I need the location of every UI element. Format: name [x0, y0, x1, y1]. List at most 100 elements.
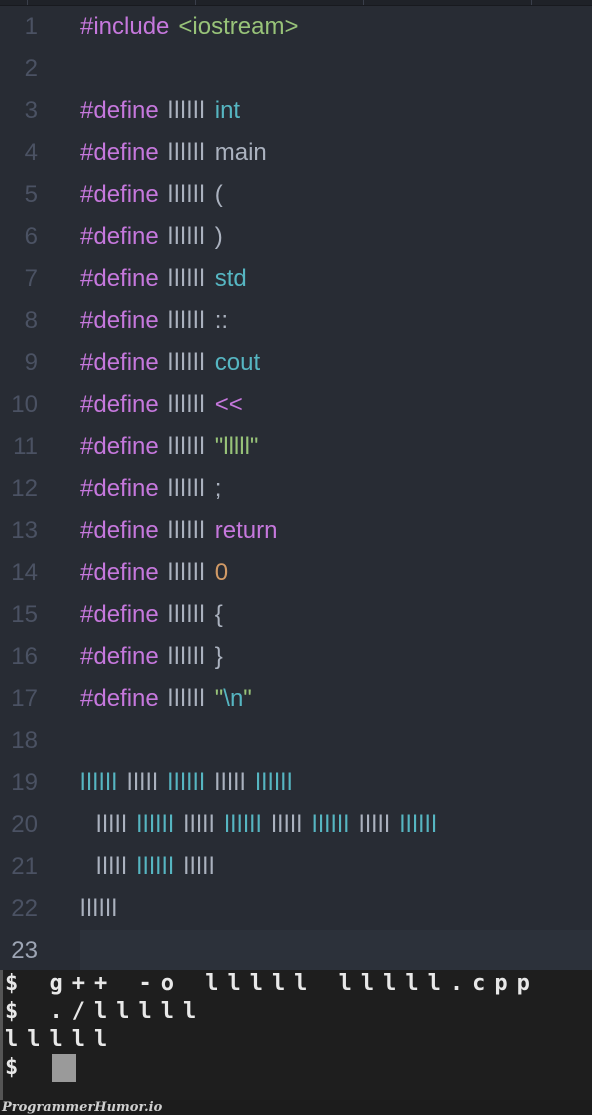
- line-number: 23: [11, 937, 38, 964]
- line-number: 5: [24, 181, 38, 208]
- line-number: 8: [24, 307, 38, 334]
- code-token: llllll: [167, 349, 206, 376]
- code-token: #define: [80, 391, 159, 418]
- code-text: lllll llllll lllll: [96, 846, 592, 888]
- code-token: #define: [80, 181, 159, 208]
- code-token: ::: [214, 307, 229, 334]
- code-token: #define: [80, 97, 159, 124]
- code-token: lllll: [127, 769, 159, 796]
- code-token: llllll: [136, 853, 175, 880]
- code-line[interactable]: 20 lllll llllll lllll llllll lllll llllll lllll…: [0, 804, 592, 846]
- code-line[interactable]: 4 #define llllll main: [0, 132, 592, 174]
- code-line[interactable]: 2: [0, 48, 592, 90]
- code-token: lllll: [359, 811, 391, 838]
- code-token: #define: [80, 685, 159, 712]
- code-token-part: ": [214, 685, 224, 712]
- code-token: lllll: [183, 853, 216, 880]
- terminal-text: $ ./lllll: [5, 999, 206, 1024]
- code-line[interactable]: 19 llllll lllll llllll lllll llllll: [0, 762, 592, 804]
- code-line[interactable]: 6 #define llllll): [0, 216, 592, 258]
- code-text: #define llllll cout: [80, 342, 592, 384]
- code-line[interactable]: 8 #define llllll::: [0, 300, 592, 342]
- line-number: 19: [11, 769, 38, 796]
- terminal-text: $: [5, 1055, 50, 1080]
- code-token: lllll: [96, 853, 128, 880]
- code-token: #define: [80, 307, 159, 334]
- tab[interactable]: [28, 0, 196, 5]
- code-line[interactable]: 13 #define llllll return: [0, 510, 592, 552]
- code-token: llllll: [167, 97, 206, 124]
- code-text: #define llllll 0: [80, 552, 592, 594]
- code-line[interactable]: 1 #include <iostream>: [0, 6, 592, 48]
- code-token: llllll: [167, 391, 206, 418]
- code-text: #define llllll main: [80, 132, 592, 174]
- code-line[interactable]: 17 #define llllll "\n": [0, 678, 592, 720]
- code-text: #define llllll): [80, 216, 592, 258]
- line-number: 6: [24, 223, 38, 250]
- code-text: #define llllll {: [80, 594, 592, 636]
- code-token: llllll: [80, 769, 118, 796]
- code-line[interactable]: 16 #define llllll}: [0, 636, 592, 678]
- code-line[interactable]: 5 #define llllll (: [0, 174, 592, 216]
- line-number: 16: [11, 643, 38, 670]
- code-token: {: [214, 601, 223, 628]
- code-line[interactable]: 15 #define llllll {: [0, 594, 592, 636]
- terminal-cursor: [51, 1054, 76, 1082]
- code-token: llllll: [224, 811, 263, 838]
- code-token: "\n": [215, 685, 252, 713]
- code-line[interactable]: 23: [0, 930, 592, 972]
- line-number: 14: [11, 559, 38, 586]
- terminal-line: $ g++ -o lllll lllll.cpp: [3, 970, 592, 998]
- code-line[interactable]: 12 #define llllll;: [0, 468, 592, 510]
- code-text: llllll lllll llllll lllll llllll: [80, 762, 592, 804]
- terminal[interactable]: $ g++ -o lllll lllll.cpp $ ./lllll lllll $: [0, 970, 592, 1100]
- code-token: #define: [80, 433, 159, 460]
- code-line[interactable]: 14 #define llllll 0: [0, 552, 592, 594]
- code-token: }: [214, 643, 223, 670]
- line-number: 13: [11, 517, 38, 544]
- line-number: 7: [24, 265, 38, 292]
- code-token-part: \n: [223, 685, 244, 712]
- line-number: 21: [11, 853, 38, 880]
- code-text: [80, 930, 592, 972]
- code-line[interactable]: 10 #define llllll <<: [0, 384, 592, 426]
- line-number: 20: [11, 811, 38, 838]
- code-line[interactable]: 22 llllll: [0, 888, 592, 930]
- code-token-part: ": [243, 685, 252, 712]
- watermark: ProgrammerHumor.io: [0, 1100, 592, 1115]
- code-line[interactable]: 3 #define llllll int: [0, 90, 592, 132]
- line-number: 1: [24, 13, 38, 40]
- code-token: (: [214, 181, 223, 208]
- code-line[interactable]: 21 lllll llllll lllll: [0, 846, 592, 888]
- code-token: llllll: [167, 139, 206, 166]
- code-token: main: [214, 139, 267, 166]
- code-token: llllll: [167, 601, 206, 628]
- code-token: int: [214, 97, 241, 124]
- code-text: #define llllll "lllll": [80, 426, 592, 468]
- code-line[interactable]: 11 #define llllll "lllll": [0, 426, 592, 468]
- code-line[interactable]: 7 #define llllll std: [0, 258, 592, 300]
- code-token: #define: [80, 601, 159, 628]
- code-text: #define llllll std: [80, 258, 592, 300]
- line-number: 12: [11, 475, 38, 502]
- code-token: <<: [214, 391, 243, 418]
- code-line[interactable]: 18: [0, 720, 592, 762]
- line-number: 2: [24, 55, 38, 82]
- tab[interactable]: [0, 0, 28, 5]
- tab[interactable]: [364, 0, 532, 5]
- line-number: 18: [11, 727, 38, 754]
- code-token: llllll: [136, 811, 175, 838]
- code-editor[interactable]: 1 #include <iostream> 2 3 #define llllll int 4 #d…: [0, 6, 592, 972]
- code-token: lllll: [214, 769, 247, 796]
- terminal-line: $ ./lllll: [3, 998, 592, 1026]
- code-token: <iostream>: [178, 13, 299, 40]
- code-token: ): [214, 223, 223, 250]
- code-token: #define: [80, 559, 159, 586]
- code-token: llllll: [399, 811, 438, 838]
- code-line[interactable]: 9 #define llllll cout: [0, 342, 592, 384]
- tab[interactable]: [196, 0, 364, 5]
- line-number: 9: [24, 349, 38, 376]
- line-number: 3: [24, 97, 38, 124]
- code-token: llllll: [312, 811, 351, 838]
